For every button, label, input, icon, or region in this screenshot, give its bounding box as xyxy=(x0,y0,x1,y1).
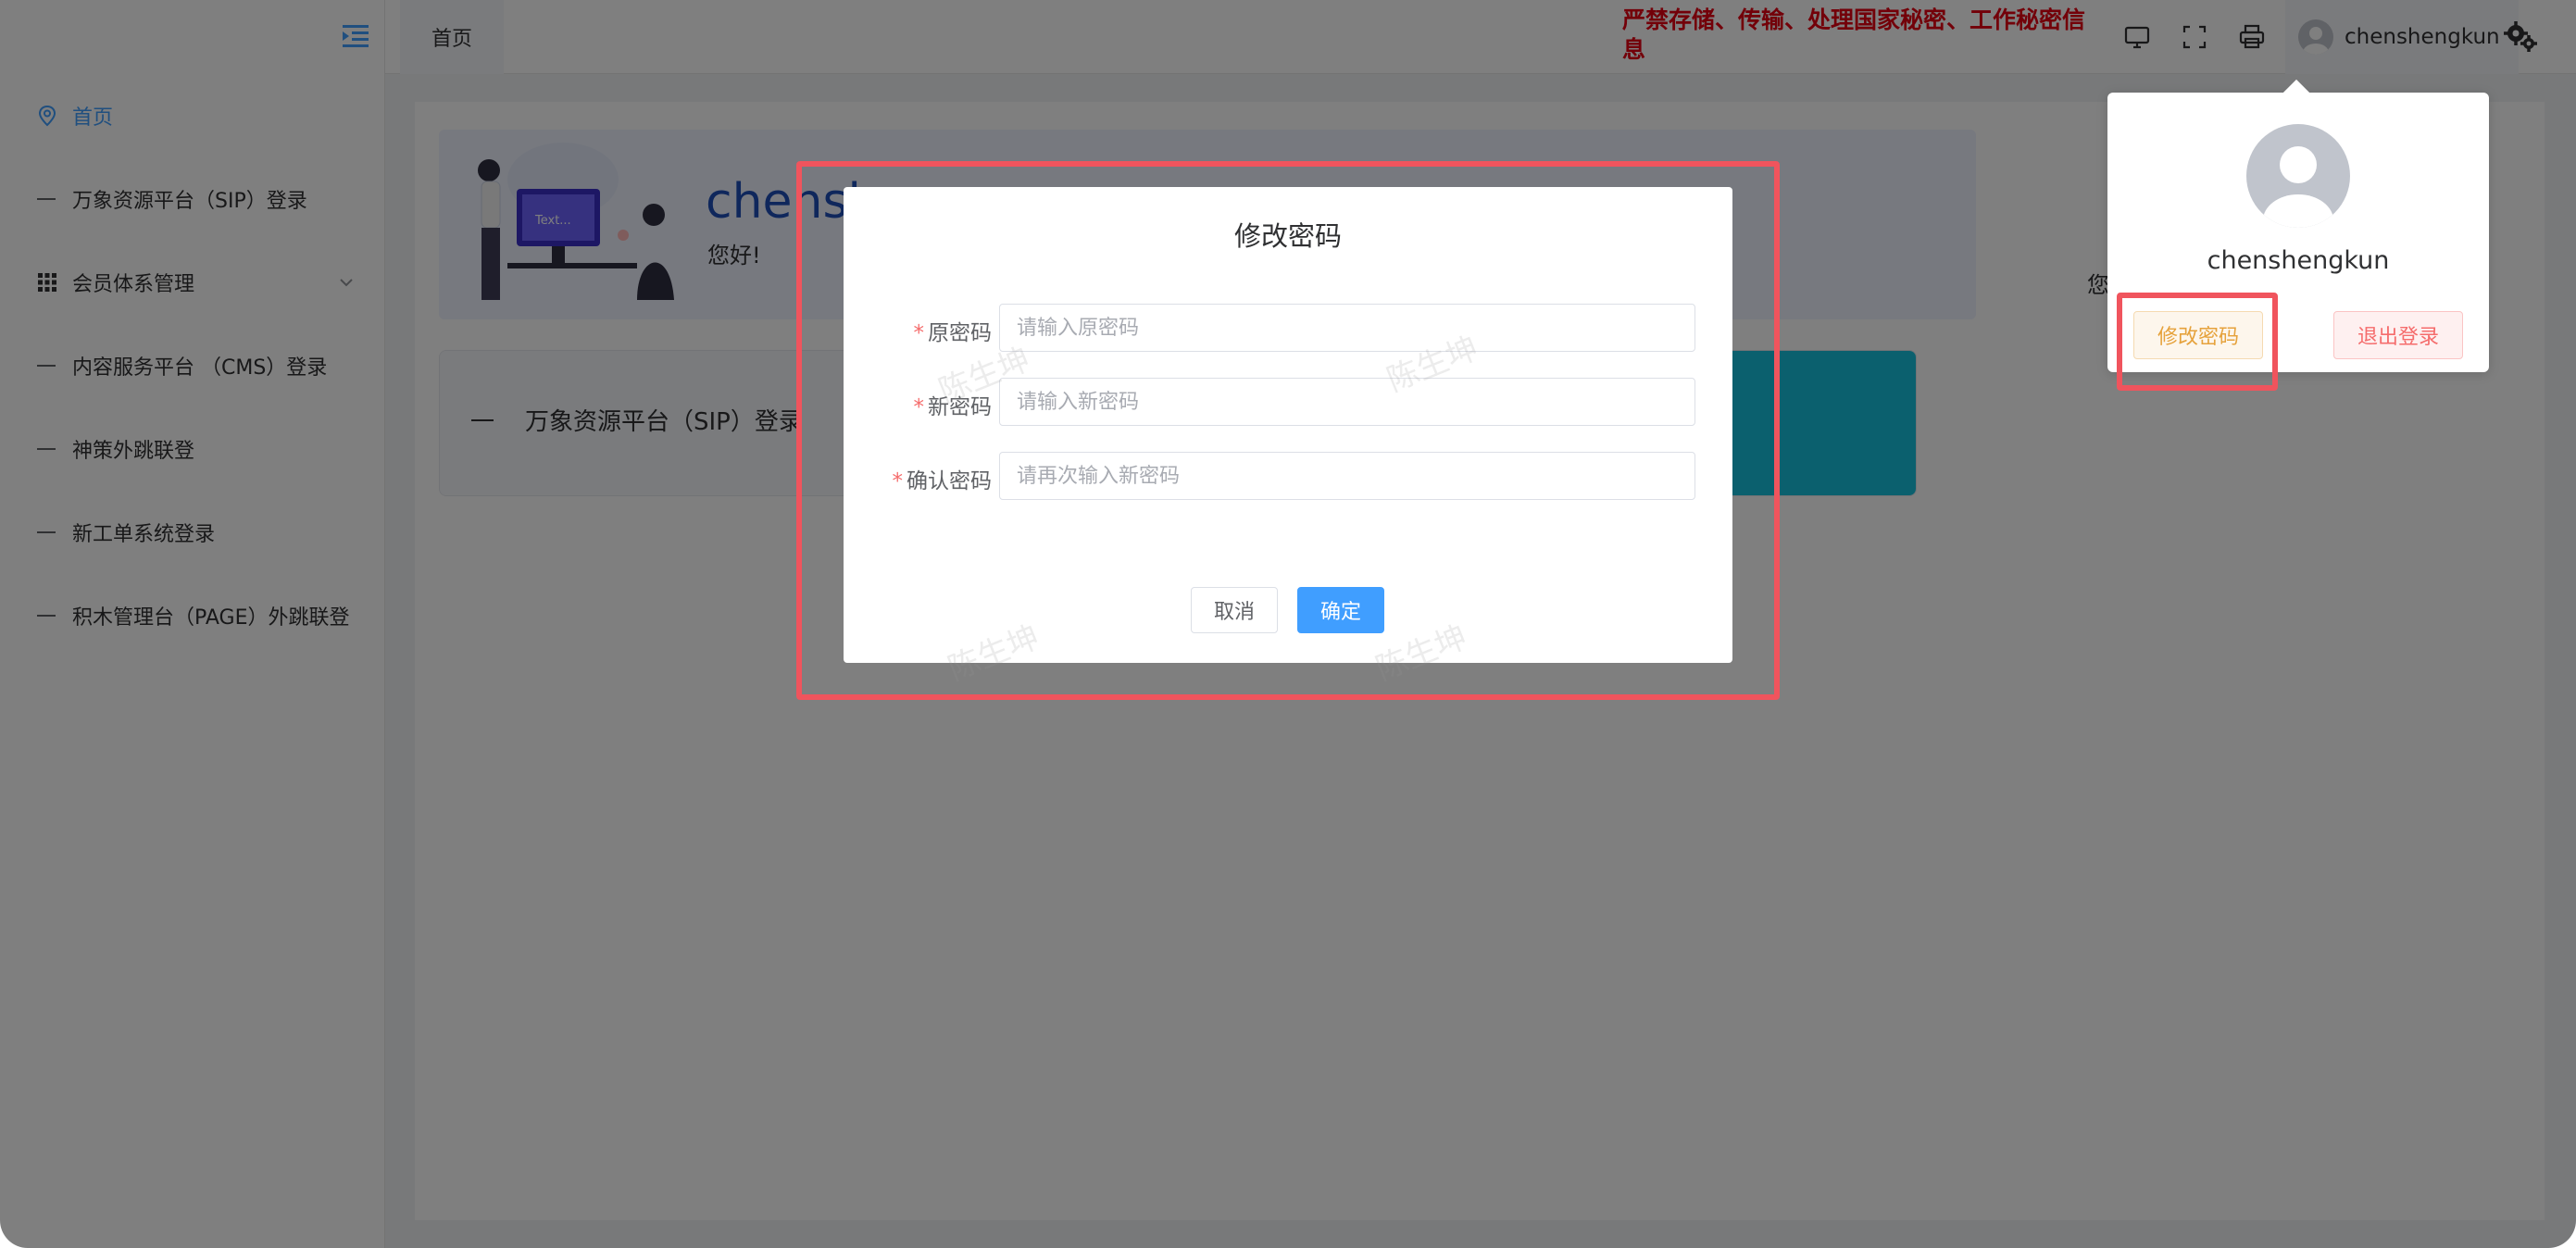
old-password-label: * 原密码 xyxy=(913,321,993,345)
form-row-confirm-password: * 确认密码 xyxy=(844,452,1732,500)
confirm-password-input[interactable] xyxy=(999,452,1695,500)
dialog-title: 修改密码 xyxy=(1233,220,1342,252)
panel-username: chenshengkun xyxy=(2207,246,2390,275)
avatar-large xyxy=(2246,124,2350,228)
change-password-button[interactable]: 修改密码 xyxy=(2133,311,2263,359)
cancel-button[interactable]: 取消 xyxy=(1191,587,1278,633)
user-dropdown-panel: chenshengkun 修改密码 退出登录 xyxy=(2107,79,2489,372)
form-row-new-password: * 新密码 xyxy=(844,378,1732,426)
new-password-input[interactable] xyxy=(999,378,1695,426)
confirm-button[interactable]: 确定 xyxy=(1297,587,1384,633)
old-password-input[interactable] xyxy=(999,304,1695,352)
change-password-dialog: 修改密码 * 原密码 * 新密码 * 确认密码 取消 确定 陈生坤 陈生坤 陈生坤 陈… xyxy=(844,187,1732,688)
confirm-password-label: * 确认密码 xyxy=(892,469,993,493)
logout-button[interactable]: 退出登录 xyxy=(2333,311,2463,359)
new-password-label: * 新密码 xyxy=(913,395,993,419)
form-row-old-password: * 原密码 xyxy=(844,304,1732,352)
